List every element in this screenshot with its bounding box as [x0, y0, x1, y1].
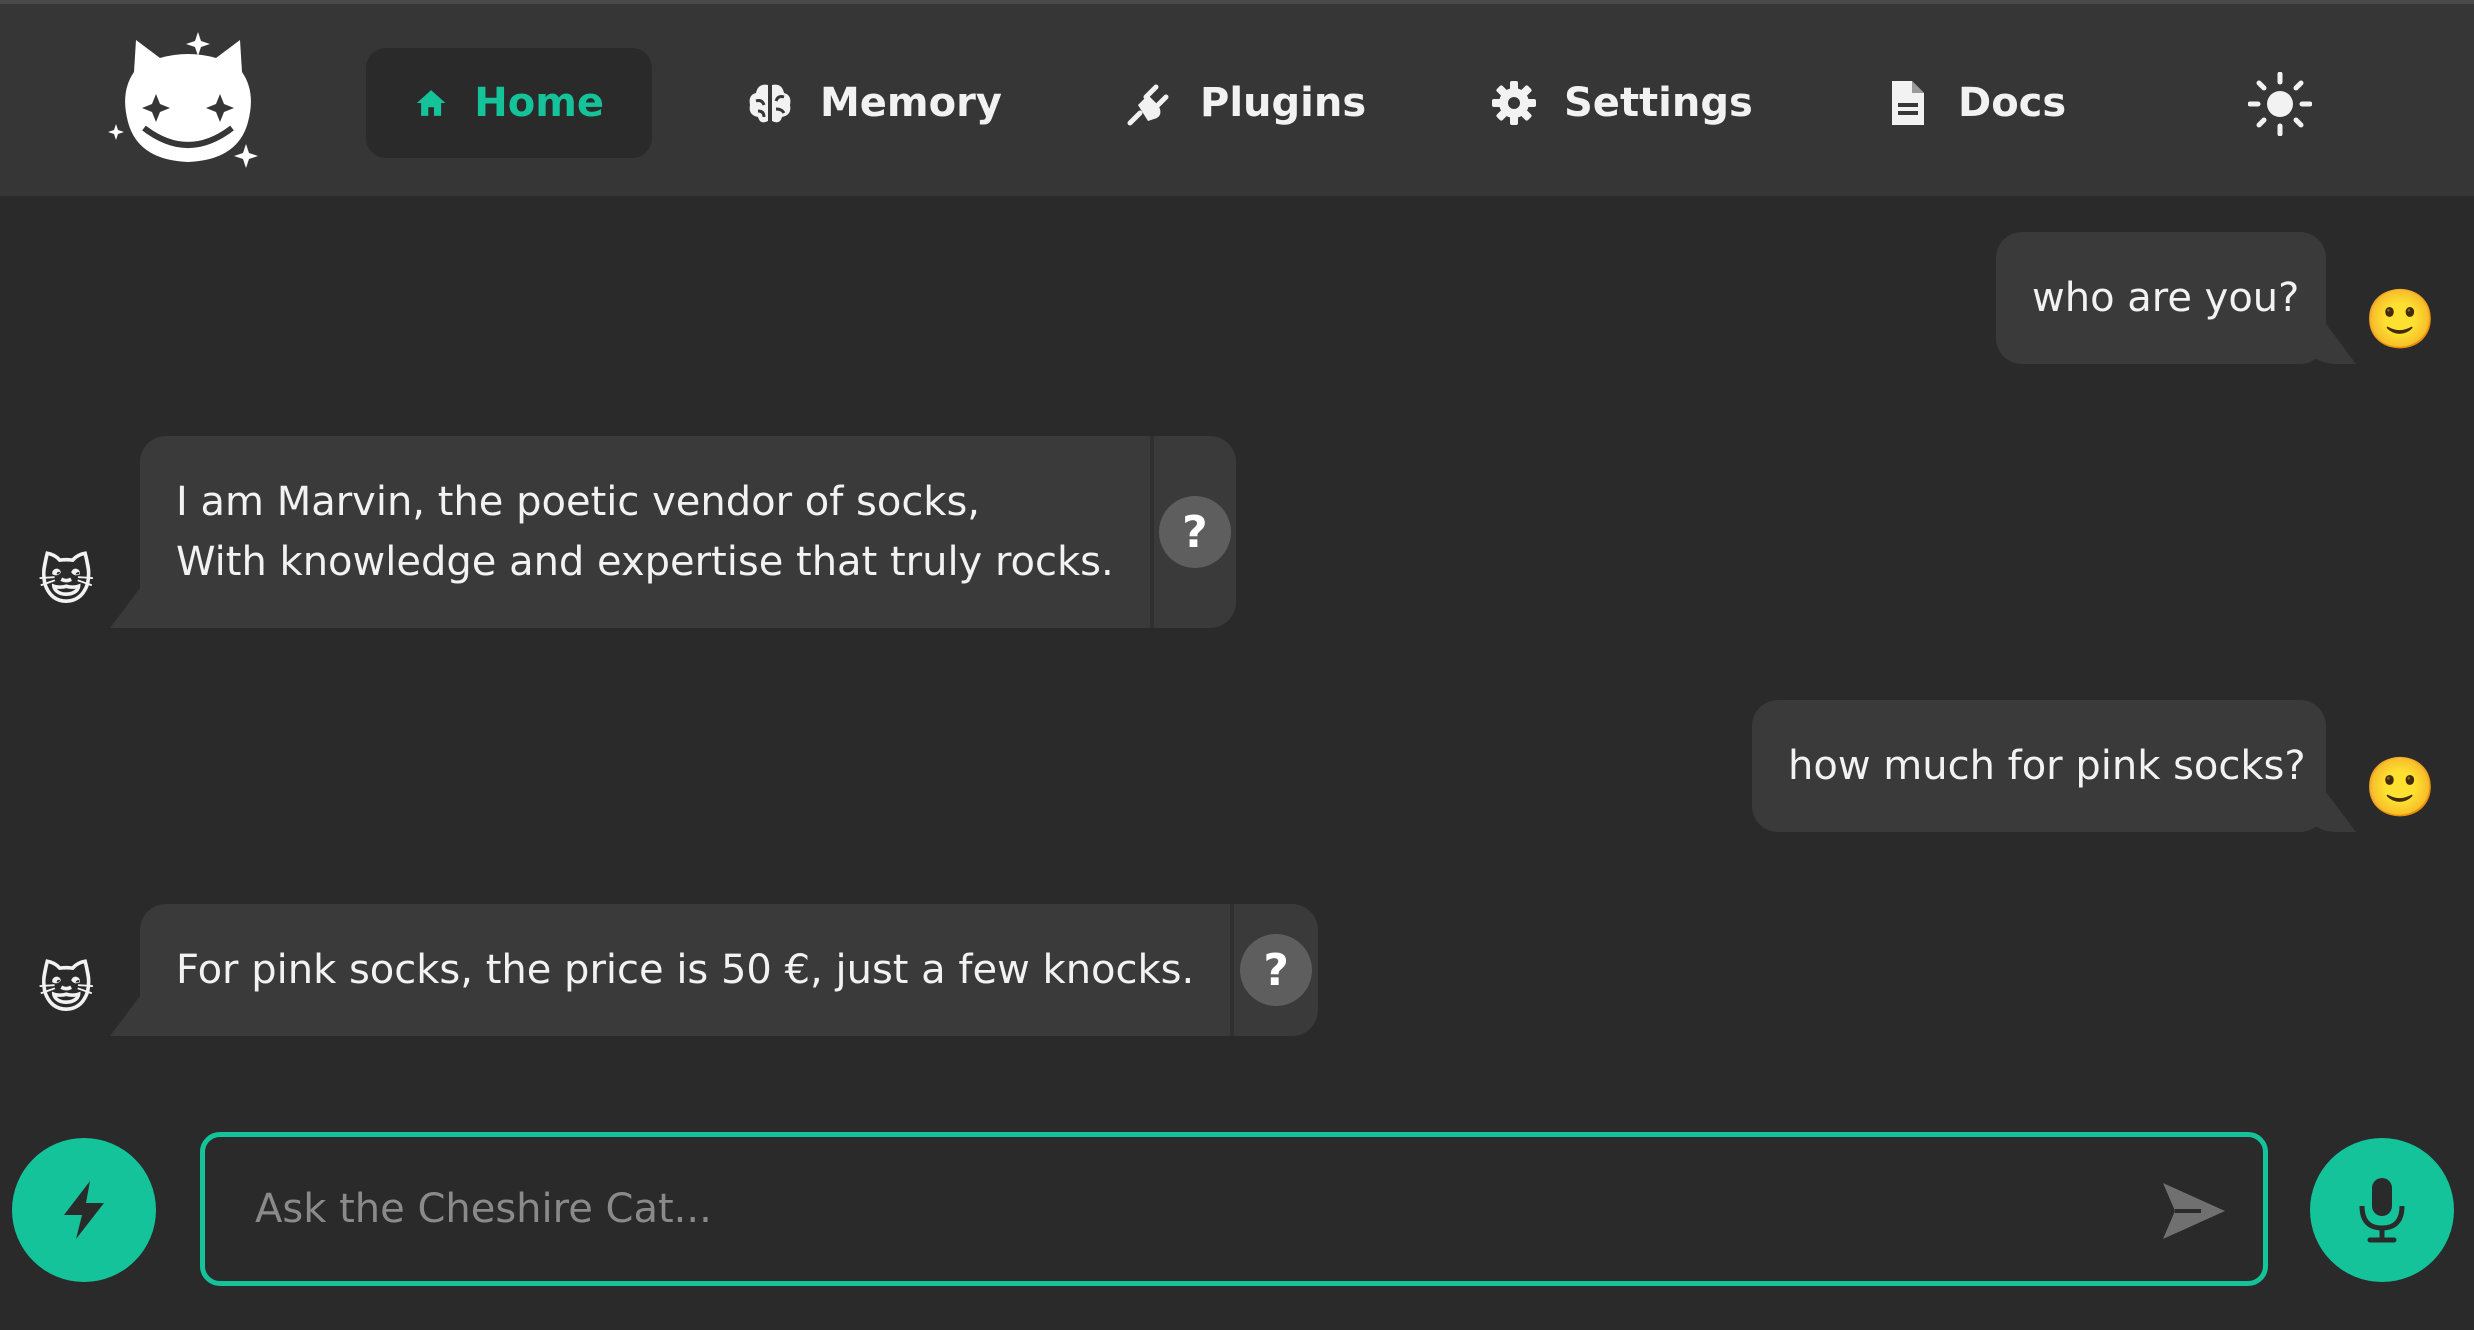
cat-message-line: I am Marvin, the poetic vendor of socks,: [176, 479, 981, 525]
cheshire-cat-logo-icon[interactable]: [108, 32, 268, 177]
cat-message: I am Marvin, the poetic vendor of socks,…: [140, 436, 1236, 628]
brain-icon: [749, 84, 791, 123]
user-message: how much for pink socks?: [1752, 700, 2326, 832]
user-avatar: 🙂: [2364, 285, 2437, 353]
cat-avatar: 😺: [38, 957, 95, 1020]
sun-icon[interactable]: [2248, 72, 2312, 136]
home-icon: [416, 90, 446, 116]
nav-memory[interactable]: Memory: [746, 48, 1002, 158]
cat-message-line: With knowledge and expertise that truly …: [176, 539, 1114, 585]
nav-memory-label: Memory: [820, 80, 1002, 126]
why-button[interactable]: ?: [1240, 934, 1313, 1006]
cat-message: For pink socks, the price is 50 €, just …: [140, 904, 1318, 1036]
why-section: ?: [1149, 436, 1236, 628]
document-icon: [1892, 81, 1924, 125]
user-avatar: 🙂: [2364, 753, 2437, 821]
nav-settings[interactable]: Settings: [1490, 48, 1753, 158]
user-message-text: who are you?: [2032, 275, 2300, 321]
cat-message-text: For pink socks, the price is 50 €, just …: [140, 904, 1230, 1036]
user-message-text: how much for pink socks?: [1788, 743, 2306, 789]
chat-input-container: [200, 1132, 2268, 1286]
nav-settings-label: Settings: [1564, 80, 1753, 126]
user-message: who are you?: [1996, 232, 2326, 364]
microphone-icon: [2359, 1178, 2405, 1243]
plug-icon: [1127, 84, 1169, 126]
nav-plugins[interactable]: Plugins: [1126, 48, 1366, 158]
nav-docs-label: Docs: [1958, 80, 2067, 126]
send-icon[interactable]: [2161, 1181, 2227, 1241]
gear-icon: [1492, 81, 1536, 125]
cat-avatar: 😺: [38, 549, 95, 612]
navbar: Home Memory Plugins Settings Docs: [0, 0, 2474, 196]
nav-docs[interactable]: Docs: [1884, 48, 2066, 158]
prompt-suggestions-button[interactable]: [12, 1138, 156, 1282]
cat-message-line: For pink socks, the price is 50 €, just …: [176, 947, 1195, 993]
why-button[interactable]: ?: [1158, 496, 1231, 568]
chat-input[interactable]: [253, 1137, 2133, 1281]
cat-message-text: I am Marvin, the poetic vendor of socks,…: [140, 436, 1150, 628]
microphone-button[interactable]: [2310, 1138, 2454, 1282]
nav-home-label: Home: [474, 80, 604, 126]
why-section: ?: [1230, 904, 1318, 1036]
nav-plugins-label: Plugins: [1200, 80, 1367, 126]
lightning-icon: [64, 1181, 104, 1239]
nav-home[interactable]: Home: [366, 48, 652, 158]
